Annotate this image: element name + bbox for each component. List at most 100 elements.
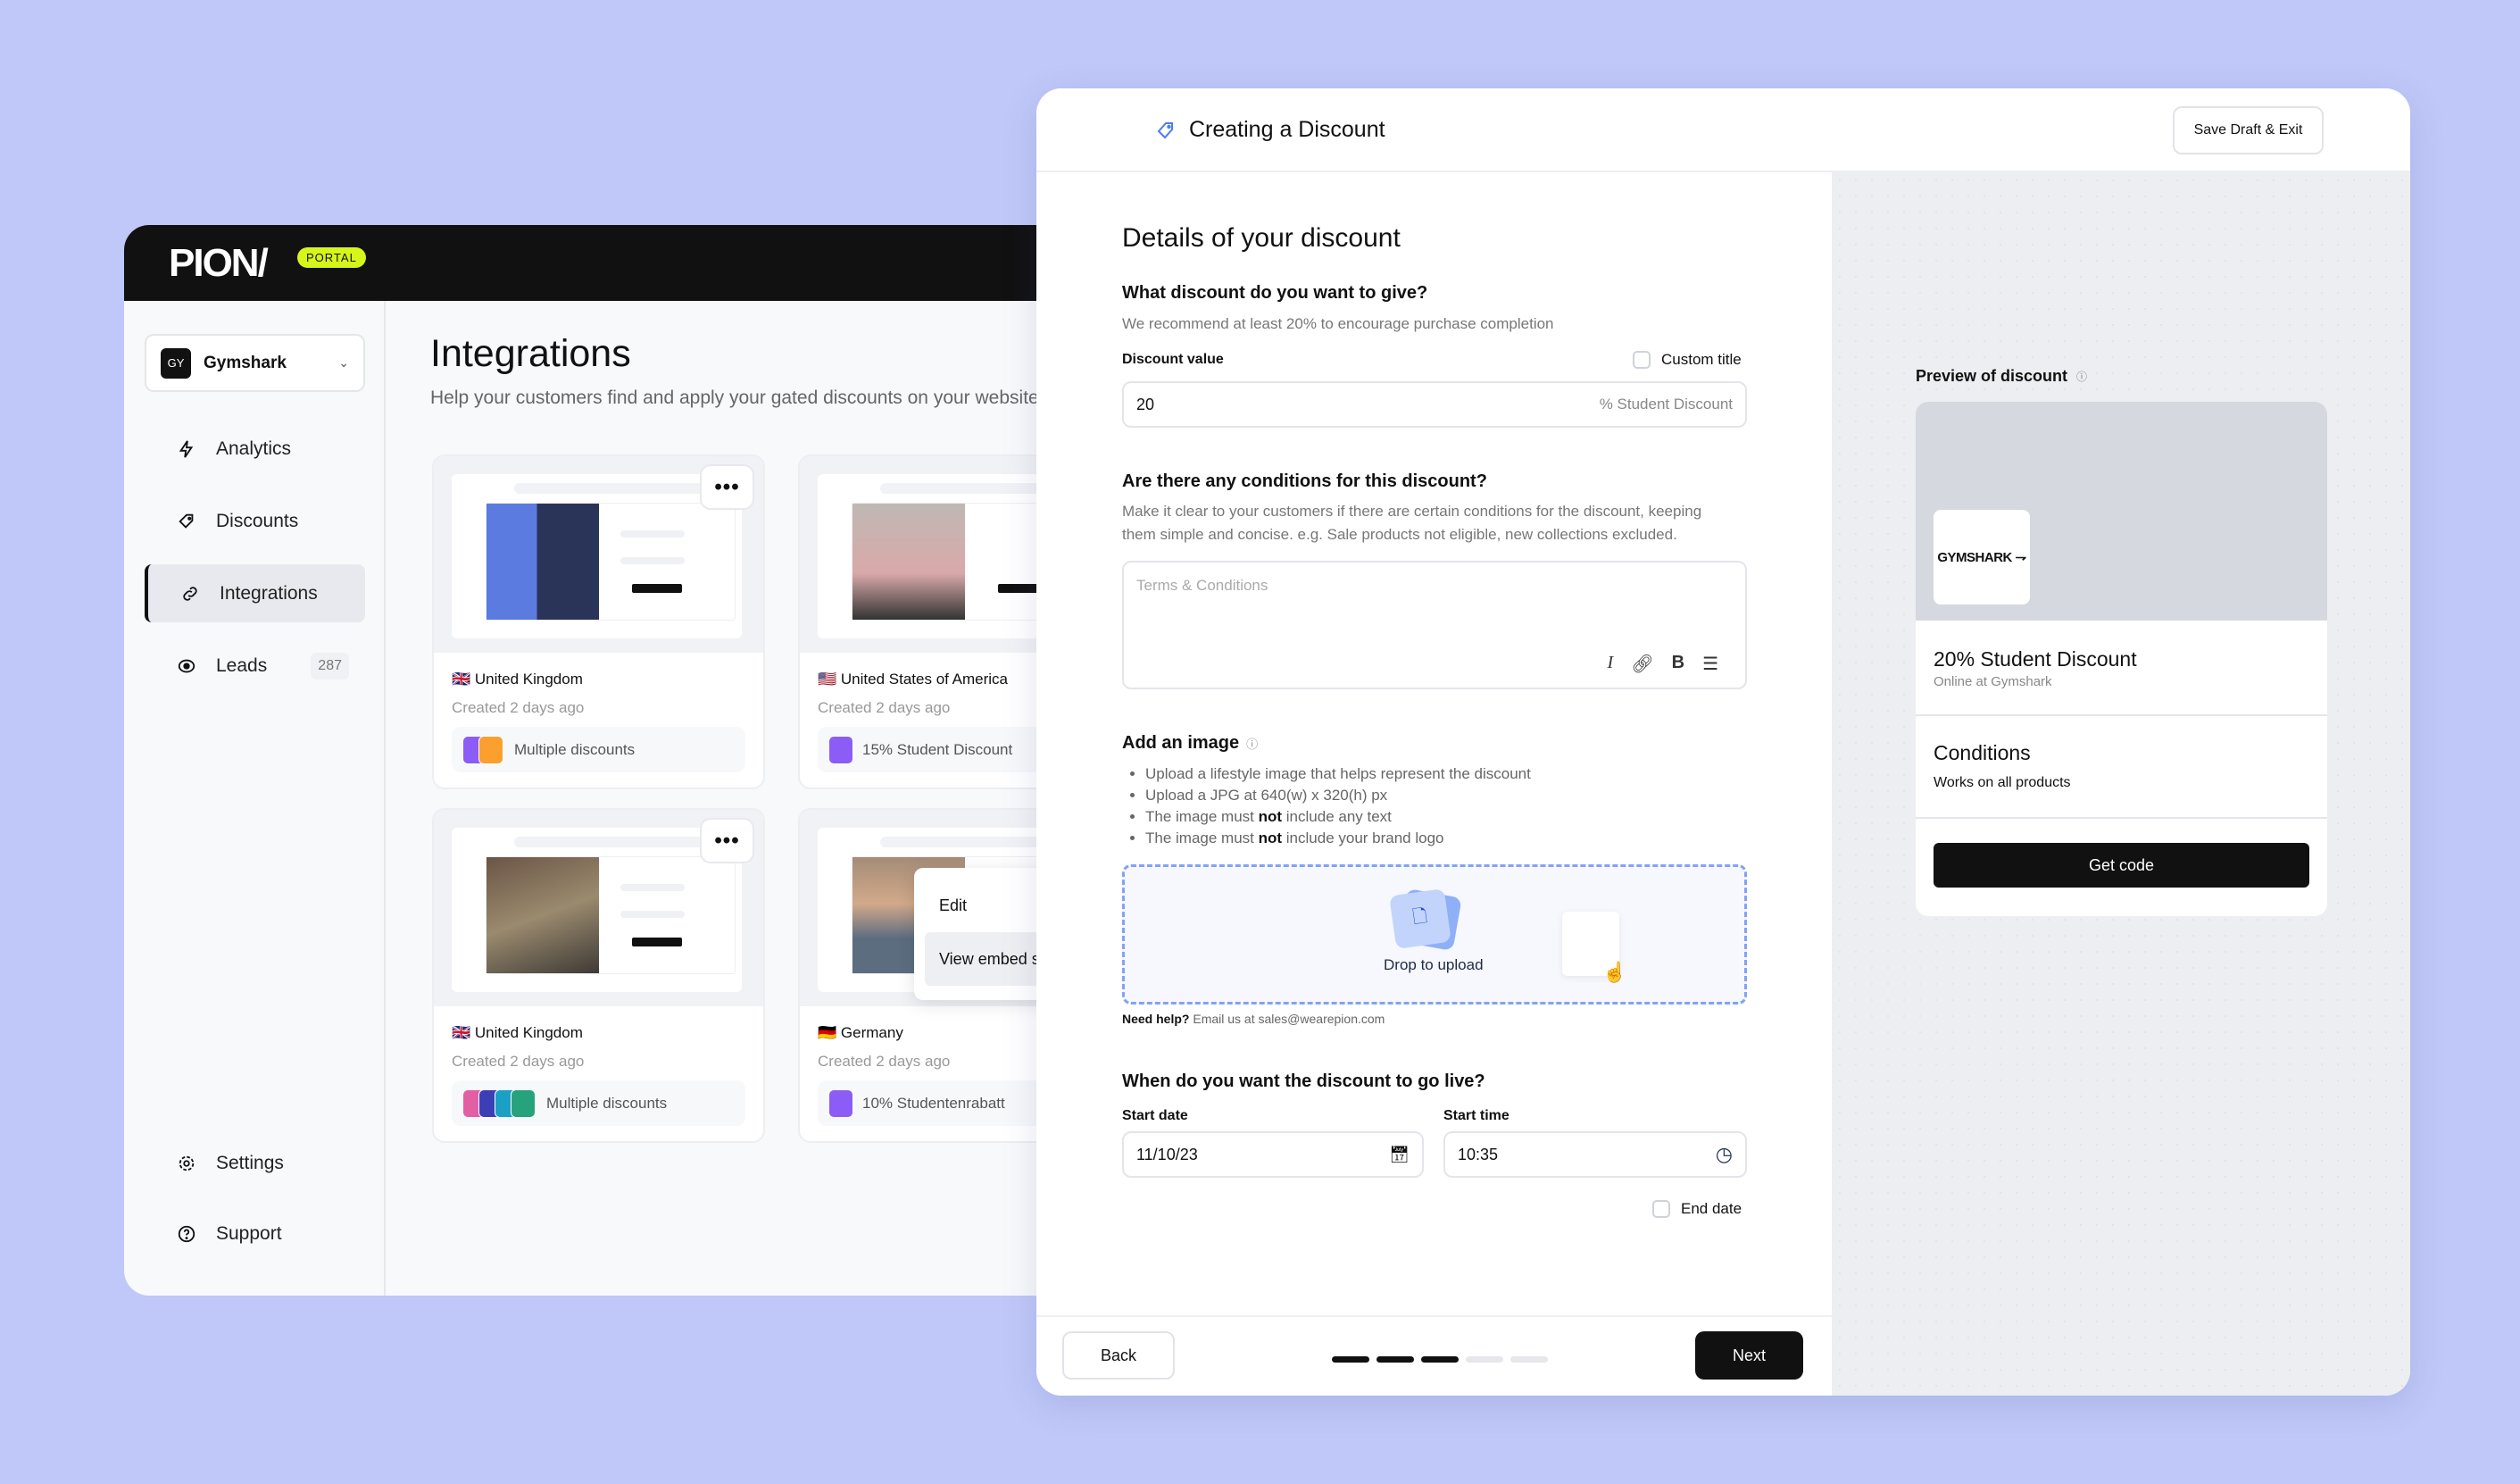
page-subtitle: Help your customers find and apply your … [430,388,1039,408]
sidebar-item-analytics[interactable]: Analytics [145,420,365,478]
checkbox[interactable] [1633,351,1651,369]
brand-avatar: GY [161,347,191,379]
conditions-question: Are there any conditions for this discou… [1122,471,1487,491]
requirement: The image must not include any text [1145,806,1531,828]
preview-conditions-text: Works on all products [1934,775,2071,790]
integration-card[interactable]: ••• 🇬🇧 United Kingdom Created 2 days ago… [432,454,765,789]
step-indicator [1466,1356,1503,1363]
sidebar-item-label: Support [216,1222,282,1244]
eye-icon [178,659,195,672]
list-icon[interactable]: ☰ [1702,653,1718,675]
sidebar-item-support[interactable]: Support [145,1205,365,1263]
card-preview: ••• [434,810,763,1006]
sidebar-item-leads[interactable]: Leads 287 [145,637,365,695]
italic-icon[interactable]: I [1608,653,1614,675]
gear-icon [179,1155,195,1171]
brand-select[interactable]: GY Gymshark ⌄ [145,334,365,392]
bold-icon[interactable]: B [1672,653,1684,675]
calendar-icon[interactable]: 📅︎ [1389,1146,1410,1164]
terms-conditions-textarea[interactable]: Terms & Conditions I 🔗︎ B ☰ [1122,561,1747,689]
pion-logo[interactable]: PION/ [169,241,269,286]
step-indicator [1421,1356,1459,1363]
requirement: The image must not include your brand lo… [1145,828,1531,849]
discount-question: What discount do you want to give? [1122,283,1428,303]
lifestyle-photo [487,857,599,973]
card-created: Created 2 days ago [818,699,951,716]
lifestyle-photo [487,504,599,620]
sidebar-item-discounts[interactable]: Discounts [145,492,365,550]
terms-placeholder: Terms & Conditions [1136,577,1268,594]
preview-panel: Preview of discount ⓘ GYMSHARK ⇁ 20% Stud… [1832,172,2410,1396]
save-draft-exit-button[interactable]: Save Draft & Exit [2173,106,2324,154]
modal-title: Creating a Discount [1155,117,1385,143]
tag-icon [1157,121,1173,138]
card-country: 🇩🇪 Germany [818,1024,903,1041]
info-icon[interactable]: ⓘ [1246,735,1258,752]
card-preview: ••• [434,456,763,653]
tag-icon [179,513,194,529]
link-icon[interactable]: 🔗︎ [1631,653,1653,675]
step-progress [1332,1351,1555,1367]
modal-header: Creating a Discount Save Draft & Exit [1036,88,2410,172]
custom-title-checkbox[interactable]: Custom title [1633,351,1742,369]
end-date-checkbox[interactable]: End date [1652,1200,1742,1218]
step-indicator [1332,1356,1369,1363]
checkbox[interactable] [1652,1200,1670,1218]
requirement: Upload a JPG at 640(w) x 320(h) px [1145,785,1531,806]
lightning-icon [179,439,194,458]
discount-suffix: % Student Discount [1599,396,1733,413]
help-icon [178,1225,195,1242]
conditions-hint: Make it clear to your customers if there… [1122,503,1702,543]
start-time-input[interactable]: 10:35 ◷ [1443,1131,1747,1178]
more-options-button[interactable]: ••• [700,464,754,510]
page-title: Integrations [430,332,631,375]
discount-pill: Multiple discounts [452,1080,745,1126]
student-card-icon [828,1088,853,1118]
more-options-button[interactable]: ••• [700,818,754,863]
card-country: 🇬🇧 United Kingdom [452,1024,583,1041]
student-card-icon [828,735,853,764]
discount-icons [462,735,503,764]
requirement: Upload a lifestyle image that helps repr… [1145,763,1531,785]
chevron-down-icon: ⌄ [338,355,349,370]
card-created: Created 2 days ago [452,699,585,716]
discount-preview-card: GYMSHARK ⇁ 20% Student Discount Online a… [1916,402,2327,916]
file-icon: 🗋 [1389,888,1451,950]
sidebar-item-label: Analytics [216,438,292,459]
step-indicator [1376,1356,1414,1363]
sidebar-item-label: Integrations [220,582,318,604]
preview-subtitle: Online at Gymshark [1934,674,2052,689]
card-created: Created 2 days ago [818,1053,951,1070]
modal-footer: Back Next [1036,1315,1832,1396]
card-country: 🇺🇸 United States of America [818,671,1008,688]
integration-card[interactable]: ••• 🇬🇧 United Kingdom Created 2 days ago… [432,808,765,1143]
discount-value-label: Discount value [1122,352,1224,367]
form-heading: Details of your discount [1122,223,1401,253]
portal-window: PION/ PORTAL GY Gymshark ⌄ Analytics Dis… [124,225,1106,1296]
sidebar-item-label: Settings [216,1152,284,1173]
card-country: 🇬🇧 United Kingdom [452,671,583,688]
portal-badge: PORTAL [297,247,366,268]
clock-icon[interactable]: ◷ [1716,1143,1733,1166]
back-button[interactable]: Back [1062,1331,1175,1380]
preview-conditions-title: Conditions [1934,741,2031,764]
info-icon[interactable]: ⓘ [2076,369,2087,384]
lifestyle-photo [852,504,965,620]
card-created: Created 2 days ago [452,1053,585,1070]
sidebar-item-settings[interactable]: Settings [145,1134,365,1192]
discount-icons [462,1088,536,1118]
sidebar-item-label: Discounts [216,510,299,531]
link-icon [183,586,197,601]
start-time-label: Start time [1443,1108,1510,1123]
sidebar-item-integrations[interactable]: Integrations [145,564,365,622]
create-discount-modal: Creating a Discount Save Draft & Exit De… [1036,88,2410,1396]
discount-pill: Multiple discounts [452,727,745,772]
get-code-button[interactable]: Get code [1934,843,2309,888]
next-button[interactable]: Next [1695,1331,1803,1380]
start-date-input[interactable]: 11/10/23 📅︎ [1122,1131,1424,1178]
hand-cursor-icon: ☝ [1602,961,1627,983]
image-requirements: Upload a lifestyle image that helps repr… [1122,763,1531,849]
brand-name: Gymshark [204,353,287,372]
discount-value-input[interactable]: 20 % Student Discount [1122,381,1747,428]
image-dropzone[interactable]: 🗋 Drop to upload ☝ [1122,864,1747,1005]
